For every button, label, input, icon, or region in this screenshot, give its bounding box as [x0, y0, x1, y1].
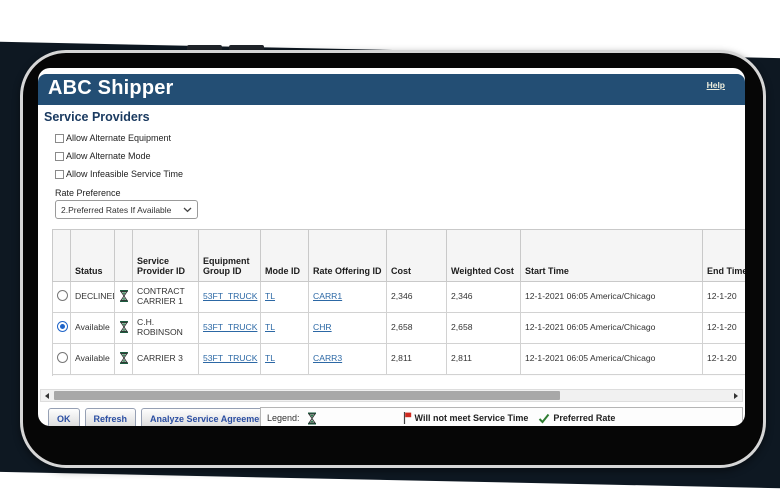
header-select — [53, 230, 71, 282]
app-title: ABC Shipper — [48, 77, 174, 100]
header-equipment-group: Equipment Group ID — [199, 230, 261, 282]
rate-offering-link[interactable]: CARR3 — [313, 353, 342, 363]
end-time-cell: 12-1-20 — [703, 282, 746, 313]
table-row: Available C.H. ROBINSON 53FT_TRUCK TL CH… — [53, 313, 746, 344]
status-cell: DECLINED — [71, 282, 115, 313]
row-radio[interactable] — [57, 352, 68, 363]
table-header-row: Status Service Provider ID Equipment Gro… — [53, 230, 746, 282]
row-radio-selected[interactable] — [57, 321, 68, 332]
ok-button[interactable]: OK — [48, 408, 80, 426]
end-time-cell: 12-1-20 — [703, 313, 746, 344]
service-provider-cell: C.H. ROBINSON — [133, 313, 199, 344]
footer-button-bar: OK Refresh Analyze Service Agreement — [48, 408, 277, 426]
checkbox-row-allow-infeasible-service-time: Allow Infeasible Service Time — [55, 168, 183, 180]
header-status: Status — [71, 230, 115, 282]
checkbox-row-allow-alternate-mode: Allow Alternate Mode — [55, 150, 151, 162]
red-flag-icon — [403, 412, 412, 424]
checkbox-row-allow-alternate-equipment: Allow Alternate Equipment — [55, 132, 171, 144]
legend-item-preferred-rate: Preferred Rate — [538, 413, 615, 424]
mode-link[interactable]: TL — [265, 353, 275, 363]
mode-link[interactable]: TL — [265, 322, 275, 332]
scroll-left-arrow-icon[interactable] — [45, 393, 49, 399]
equipment-group-link[interactable]: 53FT_TRUCK — [203, 353, 257, 363]
chevron-down-icon — [183, 207, 192, 213]
hourglass-icon — [119, 352, 129, 364]
hourglass-icon — [119, 290, 129, 302]
row-flag-cell — [115, 282, 133, 313]
weighted-cost-cell: 2,346 — [447, 282, 521, 313]
legend-text: Preferred Rate — [553, 413, 615, 423]
allow-alternate-mode-checkbox[interactable] — [55, 152, 64, 161]
start-time-cell: 12-1-2021 06:05 America/Chicago — [521, 313, 703, 344]
row-flag-cell — [115, 313, 133, 344]
checkbox-label: Allow Alternate Mode — [66, 151, 151, 161]
header-service-provider: Service Provider ID — [133, 230, 199, 282]
cost-cell: 2,346 — [387, 282, 447, 313]
header-rate-offering: Rate Offering ID — [309, 230, 387, 282]
rate-offering-link[interactable]: CARR1 — [313, 291, 342, 301]
rate-offering-link[interactable]: CHR — [313, 322, 332, 332]
preferred-rate-icon — [538, 413, 550, 424]
rate-preference-label: Rate Preference — [55, 188, 121, 198]
help-link[interactable]: Help — [707, 80, 725, 90]
header-cost: Cost — [387, 230, 447, 282]
scroll-right-arrow-icon[interactable] — [734, 393, 738, 399]
legend-label: Legend: — [267, 413, 300, 423]
header-flags — [115, 230, 133, 282]
status-cell: Available — [71, 344, 115, 375]
checkbox-label: Allow Alternate Equipment — [66, 133, 171, 143]
table-row: DECLINED CONTRACT CARRIER 1 53FT_TRUCK T… — [53, 282, 746, 313]
legend-text: Will not meet Service Time — [415, 413, 529, 423]
horizontal-scrollbar[interactable] — [40, 389, 743, 402]
row-radio[interactable] — [57, 290, 68, 301]
cost-cell: 2,811 — [387, 344, 447, 375]
header-end-time: End Time — [703, 230, 746, 282]
equipment-group-link[interactable]: 53FT_TRUCK — [203, 322, 257, 332]
service-providers-table: Status Service Provider ID Equipment Gro… — [52, 229, 745, 376]
weighted-cost-cell: 2,658 — [447, 313, 521, 344]
allow-alternate-equipment-checkbox[interactable] — [55, 134, 64, 143]
tablet-screen: ABC Shipper Help Service Providers Allow… — [38, 68, 745, 426]
legend-box: Legend: Will not meet Service Time Prefe… — [260, 407, 743, 426]
allow-infeasible-service-time-checkbox[interactable] — [55, 170, 64, 179]
legend-item-service-time: Will not meet Service Time — [403, 412, 529, 424]
cost-cell: 2,658 — [387, 313, 447, 344]
weighted-cost-cell: 2,811 — [447, 344, 521, 375]
header-start-time: Start Time — [521, 230, 703, 282]
header-mode: Mode ID — [261, 230, 309, 282]
hourglass-icon — [307, 412, 317, 425]
mode-link[interactable]: TL — [265, 291, 275, 301]
status-cell: Available — [71, 313, 115, 344]
legend-item-hourglass — [307, 412, 317, 425]
equipment-group-link[interactable]: 53FT_TRUCK — [203, 291, 257, 301]
page-title: Service Providers — [44, 110, 150, 124]
analyze-service-agreement-button[interactable]: Analyze Service Agreement — [141, 408, 277, 426]
end-time-cell: 12-1-20 — [703, 344, 746, 375]
row-flag-cell — [115, 344, 133, 375]
checkbox-label: Allow Infeasible Service Time — [66, 169, 183, 179]
header-weighted-cost: Weighted Cost — [447, 230, 521, 282]
refresh-button[interactable]: Refresh — [85, 408, 137, 426]
start-time-cell: 12-1-2021 06:05 America/Chicago — [521, 282, 703, 313]
rate-preference-value: 2.Preferred Rates If Available — [56, 205, 183, 215]
start-time-cell: 12-1-2021 06:05 America/Chicago — [521, 344, 703, 375]
rate-preference-select[interactable]: 2.Preferred Rates If Available — [55, 200, 198, 219]
table-footer-strip — [53, 375, 746, 377]
scrollbar-thumb[interactable] — [54, 391, 560, 400]
service-provider-cell: CONTRACT CARRIER 1 — [133, 282, 199, 313]
service-provider-cell: CARRIER 3 — [133, 344, 199, 375]
table-row: Available CARRIER 3 53FT_TRUCK TL CARR3 … — [53, 344, 746, 375]
app-header-bar: ABC Shipper Help — [38, 74, 745, 105]
hourglass-icon — [119, 321, 129, 333]
